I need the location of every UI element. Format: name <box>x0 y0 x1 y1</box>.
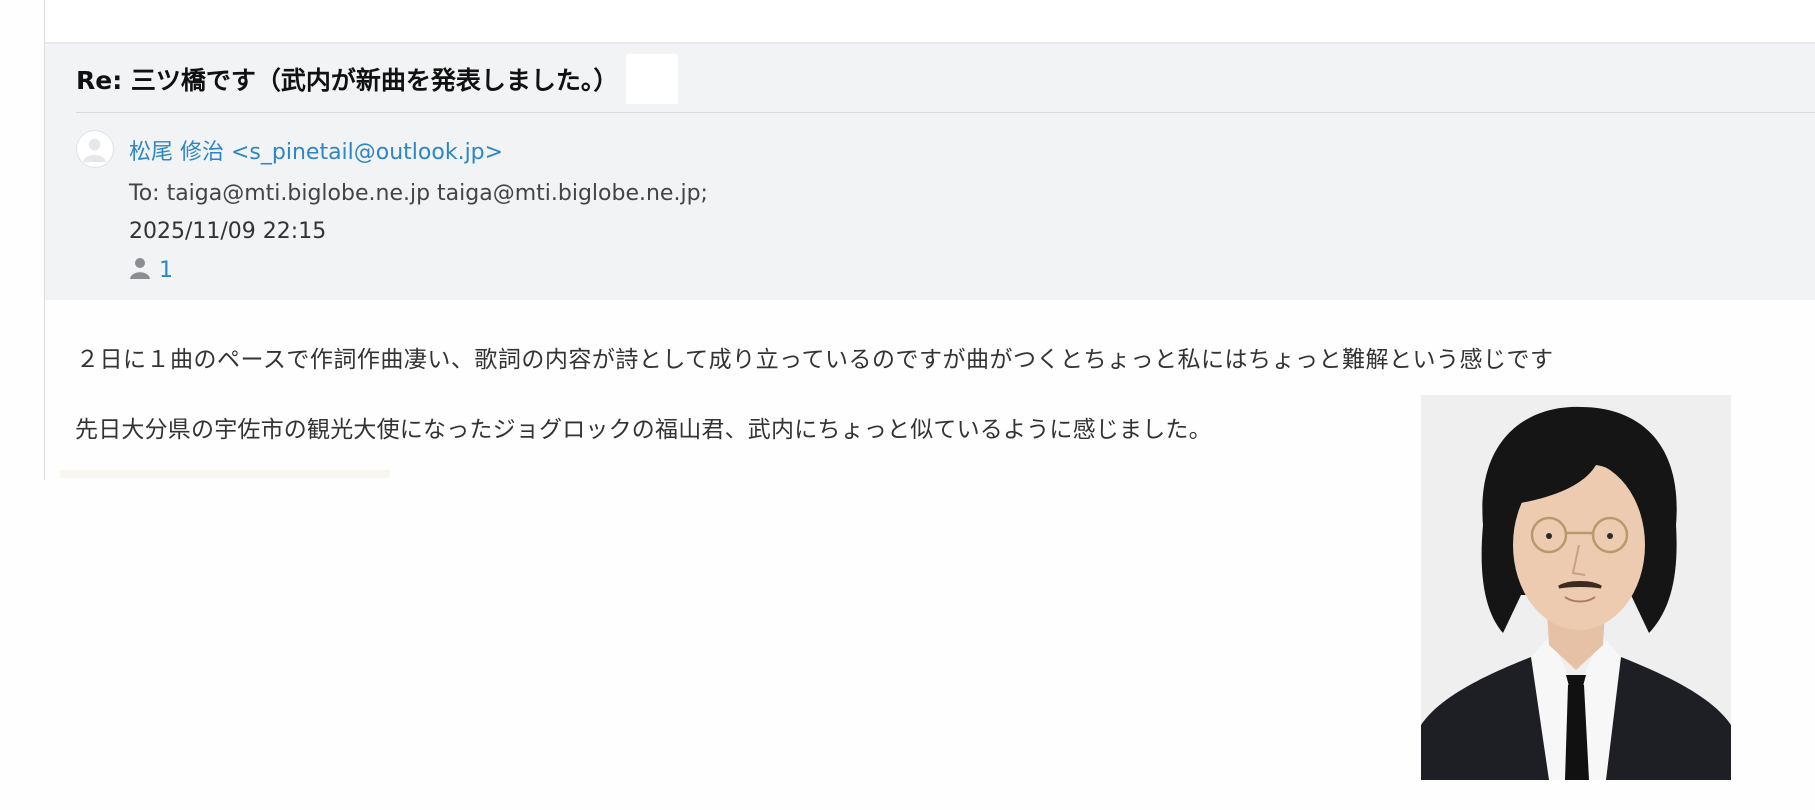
person-icon <box>129 256 151 284</box>
sent-date: 2025/11/09 22:15 <box>129 219 327 244</box>
top-toolbar-area <box>45 0 1815 44</box>
sender-avatar-icon[interactable] <box>76 130 114 168</box>
recipient-count-button[interactable]: 1 <box>129 256 173 284</box>
faint-text-remnant <box>60 470 390 478</box>
sender-link[interactable]: 松尾 修治 <s_pinetail@outlook.jp> <box>129 134 503 166</box>
to-recipients: To: taiga@mti.biglobe.ne.jp taiga@mti.bi… <box>129 181 708 206</box>
subject-row: Re: 三ツ橋です（武内が新曲を発表しました。） <box>76 54 679 104</box>
portrait-photo[interactable] <box>1421 395 1731 780</box>
body-paragraph-1: ２日に１曲のペースで作詞作曲凄い、歌詞の内容が詩として成り立っているのですが曲が… <box>76 347 1554 373</box>
body-paragraph-2: 先日大分県の宇佐市の観光大使になったジョグロックの福山君、武内にちょっと似ている… <box>75 417 1212 443</box>
recipient-count: 1 <box>159 257 173 283</box>
email-viewer: Re: 三ツ橋です（武内が新曲を発表しました。） 松尾 修治 <s_pineta… <box>0 0 1815 810</box>
redacted-box <box>626 54 679 104</box>
email-header: Re: 三ツ橋です（武内が新曲を発表しました。） 松尾 修治 <s_pineta… <box>45 44 1815 300</box>
email-subject: Re: 三ツ橋です（武内が新曲を発表しました。） <box>76 66 619 95</box>
subject-divider <box>76 112 1815 113</box>
